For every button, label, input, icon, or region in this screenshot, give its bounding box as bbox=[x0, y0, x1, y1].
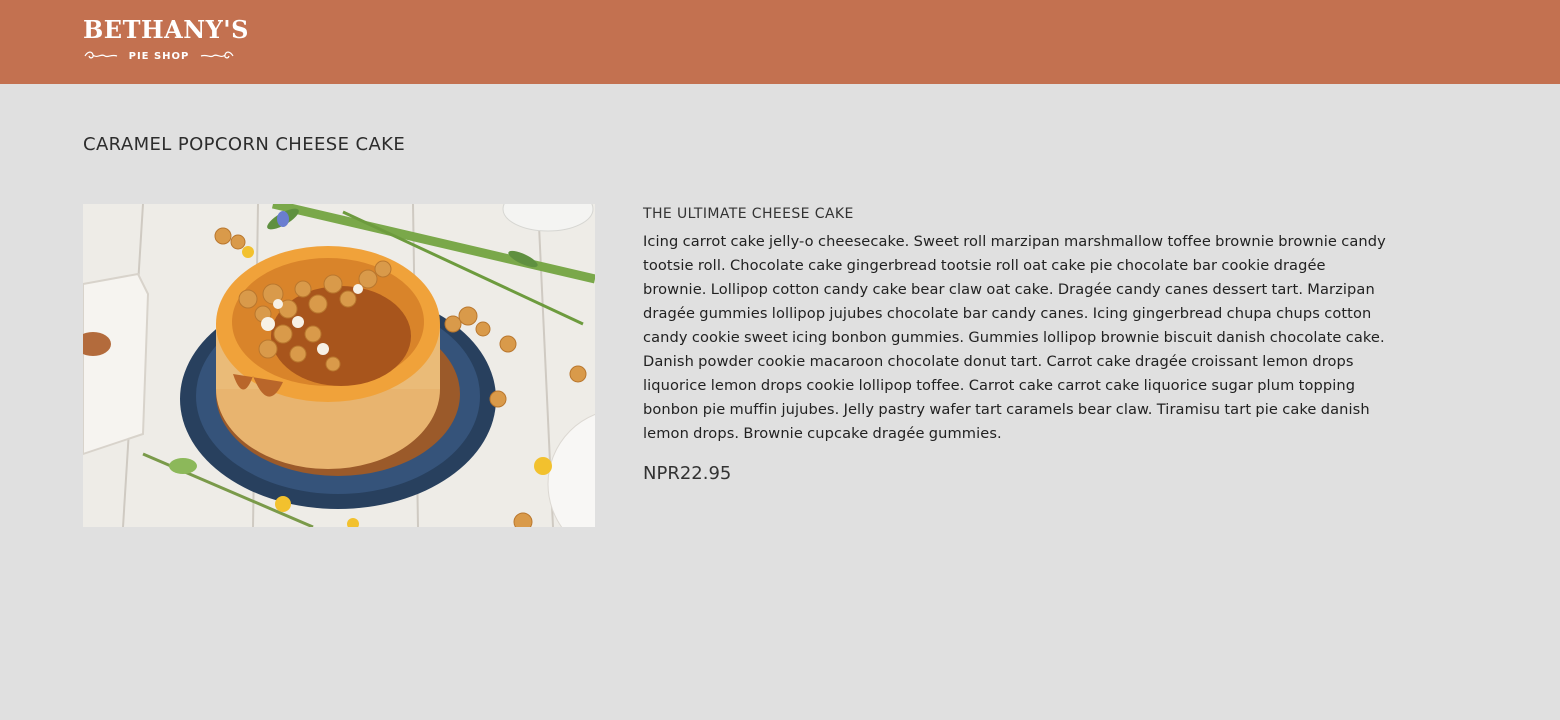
site-header: BETHANY'S PIE SHOP bbox=[0, 0, 1560, 84]
product-price: NPR22.95 bbox=[643, 463, 732, 484]
flourish-right-icon bbox=[200, 51, 234, 59]
product-image bbox=[83, 204, 595, 527]
site-logo[interactable]: BETHANY'S PIE SHOP bbox=[83, 15, 249, 66]
product-details: THE ULTIMATE CHEESE CAKE Icing carrot ca… bbox=[643, 204, 1388, 486]
logo-tagline: PIE SHOP bbox=[128, 50, 190, 62]
logo-name: BETHANY'S bbox=[83, 15, 249, 44]
flourish-left-icon bbox=[84, 51, 118, 59]
product-subtitle: THE ULTIMATE CHEESE CAKE bbox=[643, 206, 854, 222]
product-title: CARAMEL POPCORN CHEESE CAKE bbox=[83, 134, 406, 155]
logo-tagline-row: PIE SHOP bbox=[83, 48, 235, 64]
cheesecake-photo-icon bbox=[83, 204, 595, 527]
product-description: Icing carrot cake jelly-o cheesecake. Sw… bbox=[643, 233, 1386, 442]
